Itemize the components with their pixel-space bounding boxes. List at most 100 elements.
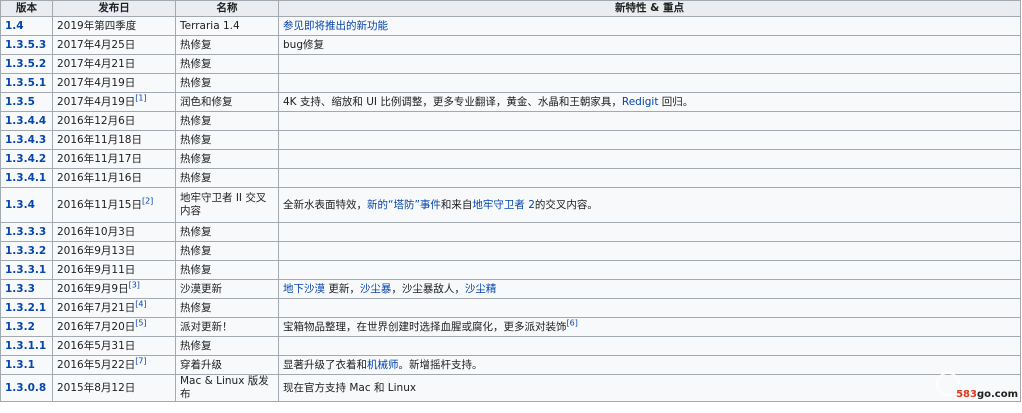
version-link[interactable]: 1.3.0.8 bbox=[5, 382, 46, 394]
release-date-cell: 2016年9月13日 bbox=[52, 241, 176, 261]
version-link[interactable]: 1.3.4.3 bbox=[5, 134, 46, 146]
version-cell: 1.3.4.3 bbox=[0, 130, 53, 150]
table-header-row: 版本 发布日 名称 新特性 & 重点 bbox=[0, 0, 1021, 17]
version-cell: 1.3.3.3 bbox=[0, 222, 53, 242]
release-date: 2016年11月17日 bbox=[57, 152, 142, 165]
table-row: 1.3.4.2 2016年11月17日 热修复 bbox=[0, 149, 1021, 169]
feature-text: 的交叉内容。 bbox=[534, 198, 598, 211]
version-link[interactable]: 1.3.3.3 bbox=[5, 226, 46, 238]
reference-link[interactable]: [4] bbox=[135, 300, 146, 309]
release-date: 2016年11月18日 bbox=[57, 133, 142, 146]
col-header-version: 版本 bbox=[0, 0, 53, 17]
release-date: 2017年4月25日 bbox=[57, 38, 136, 51]
version-cell: 1.3.2.1 bbox=[0, 298, 53, 318]
release-date-cell: 2017年4月19日 bbox=[52, 73, 176, 93]
version-link[interactable]: 1.3.4.4 bbox=[5, 115, 46, 127]
release-name-cell: Mac & Linux 版发布 bbox=[175, 374, 279, 402]
version-cell: 1.3.3.2 bbox=[0, 241, 53, 261]
table-row: 1.3.0.8 2015年8月12日 Mac & Linux 版发布 现在官方支持 M… bbox=[0, 374, 1021, 402]
release-date-cell: 2016年9月9日[3] bbox=[52, 279, 176, 299]
feature-text: 。新增摇杆支持。 bbox=[398, 358, 483, 371]
reference-sup: [1] bbox=[135, 94, 146, 103]
col-header-notes: 新特性 & 重点 bbox=[278, 0, 1021, 17]
feature-text: 全新水表面特效， bbox=[283, 198, 367, 211]
release-date-cell: 2016年9月11日 bbox=[52, 260, 176, 280]
release-date: 2019年第四季度 bbox=[57, 19, 137, 32]
features-cell bbox=[278, 111, 1021, 131]
features-cell: 宝箱物品整理，在世界创建时选择血腥或腐化，更多派对装饰[6] bbox=[278, 317, 1021, 337]
features-cell bbox=[278, 222, 1021, 242]
version-link[interactable]: 1.3.4.2 bbox=[5, 153, 46, 165]
features-cell: bug修复 bbox=[278, 35, 1021, 55]
feature-text: 和来自 bbox=[440, 198, 473, 211]
table-row: 1.3.3.3 2016年10月3日 热修复 bbox=[0, 222, 1021, 242]
version-link[interactable]: 1.3.5.1 bbox=[5, 77, 46, 89]
table-row: 1.3.4.1 2016年11月16日 热修复 bbox=[0, 168, 1021, 188]
table-row: 1.3.1 2016年5月22日[7] 穿着升级 显著升级了衣着和机械师。新增摇杆支持… bbox=[0, 355, 1021, 375]
release-name-cell: 热修复 bbox=[175, 222, 279, 242]
reference-sup: [4] bbox=[135, 300, 146, 309]
reference-link[interactable]: [2] bbox=[142, 196, 153, 205]
feature-link[interactable]: 沙尘精 bbox=[465, 283, 497, 295]
reference-link[interactable]: [1] bbox=[135, 94, 146, 103]
table-row: 1.4 2019年第四季度 Terraria 1.4 参见即将推出的新功能 bbox=[0, 16, 1021, 36]
release-name-cell: 沙漠更新 bbox=[175, 279, 279, 299]
feature-link[interactable]: 地牢守卫者 2 bbox=[472, 199, 535, 211]
feature-text: 现在官方支持 Mac 和 Linux bbox=[283, 381, 417, 394]
feature-link[interactable]: 沙尘暴 bbox=[360, 283, 392, 295]
reference-link[interactable]: [3] bbox=[129, 281, 140, 290]
reference-link[interactable]: [7] bbox=[135, 357, 146, 366]
features-cell bbox=[278, 336, 1021, 356]
version-link[interactable]: 1.3.4 bbox=[5, 199, 35, 211]
release-date: 2016年5月22日 bbox=[57, 358, 136, 371]
release-date: 2016年11月15日 bbox=[57, 198, 142, 211]
release-name-cell: 热修复 bbox=[175, 260, 279, 280]
version-cell: 1.3.5.3 bbox=[0, 35, 53, 55]
release-name-cell: 热修复 bbox=[175, 73, 279, 93]
version-link[interactable]: 1.3.3.1 bbox=[5, 264, 46, 276]
version-link[interactable]: 1.3.3.2 bbox=[5, 245, 46, 257]
release-name-cell: 热修复 bbox=[175, 111, 279, 131]
watermark-domain: go.com bbox=[976, 389, 1018, 400]
version-cell: 1.3.4 bbox=[0, 187, 53, 223]
release-date-cell: 2016年12月6日 bbox=[52, 111, 176, 131]
reference-link[interactable]: [5] bbox=[135, 319, 146, 328]
features-cell bbox=[278, 241, 1021, 261]
features-cell: 地下沙漠 更新，沙尘暴，沙尘暴敌人，沙尘精 bbox=[278, 279, 1021, 299]
release-name-cell: 派对更新！ bbox=[175, 317, 279, 337]
version-link[interactable]: 1.4 bbox=[5, 20, 24, 32]
feature-text: 回归。 bbox=[658, 95, 694, 108]
release-date: 2016年9月11日 bbox=[57, 263, 136, 276]
version-link[interactable]: 1.3.5.2 bbox=[5, 58, 46, 70]
feature-text: bug修复 bbox=[283, 38, 324, 51]
table-row: 1.3.2.1 2016年7月21日[4] 热修复 bbox=[0, 298, 1021, 318]
features-cell: 4K 支持、缩放和 UI 比例调整，更多专业翻译，黄金、水晶和王朝家具，Redi… bbox=[278, 92, 1021, 112]
version-link[interactable]: 1.3.2 bbox=[5, 321, 35, 333]
version-link[interactable]: 1.3.5 bbox=[5, 96, 35, 108]
version-history: 版本 发布日 名称 新特性 & 重点 1.4 2019年第四季度 Terraria … bbox=[0, 0, 1022, 402]
version-link[interactable]: 1.3.4.1 bbox=[5, 172, 46, 184]
feature-link[interactable]: 地下沙漠 bbox=[283, 283, 325, 295]
version-cell: 1.3.4.2 bbox=[0, 149, 53, 169]
version-link[interactable]: 1.3.1.1 bbox=[5, 340, 46, 352]
feature-link[interactable]: Redigit bbox=[622, 96, 659, 108]
table-row: 1.3.3 2016年9月9日[3] 沙漠更新 地下沙漠 更新，沙尘暴，沙尘暴敌人，沙… bbox=[0, 279, 1021, 299]
release-name-cell: Terraria 1.4 bbox=[175, 16, 279, 36]
feature-link[interactable]: 新的“塔防”事件 bbox=[367, 199, 441, 211]
version-link[interactable]: 1.3.3 bbox=[5, 283, 35, 295]
release-name-cell: 热修复 bbox=[175, 130, 279, 150]
features-cell bbox=[278, 168, 1021, 188]
features-cell bbox=[278, 298, 1021, 318]
version-cell: 1.3.5.2 bbox=[0, 54, 53, 74]
features-cell: 全新水表面特效，新的“塔防”事件和来自地牢守卫者 2的交叉内容。 bbox=[278, 187, 1021, 223]
version-link[interactable]: 1.3.5.3 bbox=[5, 39, 46, 51]
table-body: 1.4 2019年第四季度 Terraria 1.4 参见即将推出的新功能 1.3.5.… bbox=[0, 16, 1021, 402]
features-cell: 显著升级了衣着和机械师。新增摇杆支持。 bbox=[278, 355, 1021, 375]
feature-link[interactable]: 机械师 bbox=[367, 359, 399, 371]
version-link[interactable]: 1.3.1 bbox=[5, 359, 35, 371]
version-link[interactable]: 1.3.2.1 bbox=[5, 302, 46, 314]
reference-link[interactable]: [6] bbox=[567, 319, 578, 328]
release-date: 2017年4月19日 bbox=[57, 95, 136, 108]
version-cell: 1.3.0.8 bbox=[0, 374, 53, 402]
feature-link[interactable]: 参见即将推出的新功能 bbox=[283, 20, 388, 32]
